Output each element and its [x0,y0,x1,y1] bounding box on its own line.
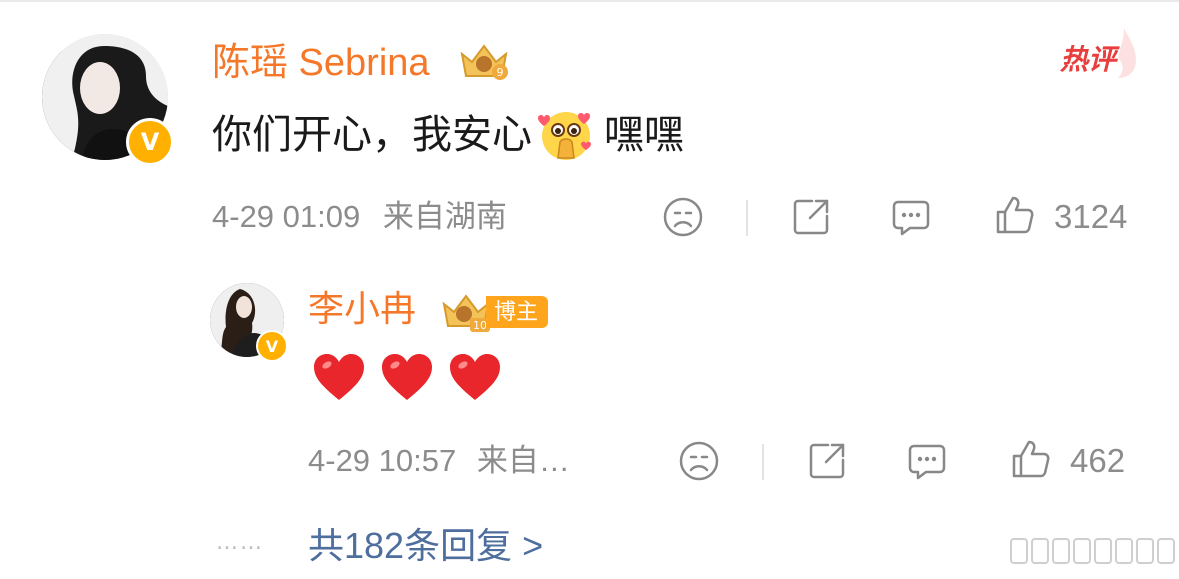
comment-bubble-icon[interactable] [890,196,932,238]
crown-level-badge-icon[interactable]: 9 [456,40,512,84]
watermark-bar [1157,538,1175,564]
verified-badge-icon: V [126,118,174,166]
reply-date: 4-29 10:57 [308,443,457,478]
svg-text:10: 10 [473,319,487,332]
reply-thumbs-up-icon[interactable] [1010,438,1052,480]
reply-share-icon[interactable] [806,440,848,482]
comment-date: 4-29 01:09 [212,199,361,234]
red-heart-icon [314,354,364,400]
hot-comment-label: 热评 [1060,44,1117,75]
top-divider [0,0,1179,2]
reply-like-count: 462 [1070,442,1126,479]
reply-action-separator [762,444,764,480]
reply-dislike-face-icon[interactable] [678,440,720,482]
reply-verified-badge-icon: V [256,330,288,362]
reply-meta: 4-29 10:57 来自… [308,441,570,481]
blogger-tag: 博主 [486,296,549,328]
red-heart-icon [450,354,500,400]
watermark-bar [1136,538,1154,564]
like-count: 3124 [1054,198,1128,235]
reply-location: 来自… [476,443,570,478]
watermark-bar [1115,538,1133,564]
reply-comment-bubble-icon[interactable] [906,440,948,482]
reply-username[interactable]: 李小冉 [308,287,416,331]
thumbs-up-icon[interactable] [994,194,1036,236]
comment-text-part: 嘿嘿 [604,113,684,157]
comment-location: 来自湖南 [382,199,507,234]
watermark-bar [1094,538,1112,564]
watermark-bar [1031,538,1049,564]
action-separator [746,200,748,236]
comment-meta: 4-29 01:09 来自湖南 [212,197,507,237]
comment-text: 你们开心，我安心 嘿嘿 [212,106,684,164]
view-all-replies-link[interactable]: 共182条回复 > [308,524,543,568]
reply-text [312,352,502,402]
red-heart-icon [382,354,432,400]
reply-crown-level-badge-icon[interactable]: 10 [440,290,492,334]
comment-username[interactable]: 陈瑶 Sebrina [212,40,430,86]
dislike-face-icon[interactable] [662,196,704,238]
pray-face-emoji-icon [538,112,591,160]
watermark-bar [1073,538,1091,564]
svg-text:9: 9 [497,66,504,79]
watermark-logo-icon [1010,538,1175,564]
comment-text-part: 你们开心，我安心 [212,113,532,157]
share-icon[interactable] [790,196,832,238]
watermark-bar [1010,538,1028,564]
watermark-bar [1052,538,1070,564]
ellipsis-dots: …… [216,530,264,555]
